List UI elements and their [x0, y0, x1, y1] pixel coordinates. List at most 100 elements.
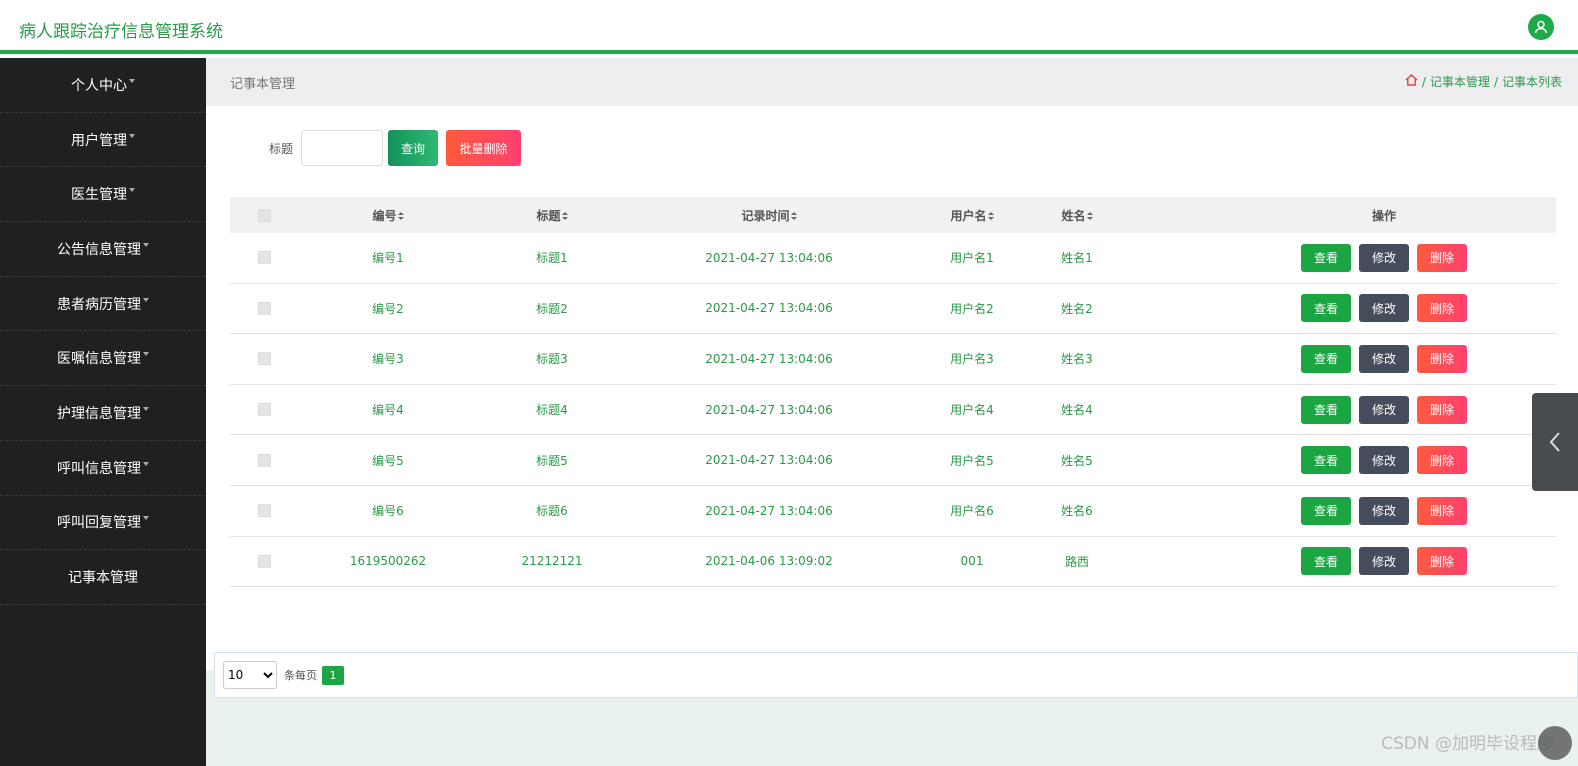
header-id[interactable]: 编号	[298, 207, 478, 224]
cell-name: 姓名5	[1061, 453, 1093, 468]
header-title[interactable]: 标题	[478, 207, 626, 224]
cell-time: 2021-04-27 13:04:06	[705, 351, 833, 366]
sidebar-item-notice-management[interactable]: 公告信息管理	[0, 222, 206, 277]
home-icon[interactable]	[1405, 74, 1418, 89]
row-checkbox[interactable]	[257, 504, 271, 518]
page-size-select[interactable]: 10	[223, 661, 277, 689]
chevron-down-icon	[129, 188, 135, 193]
edit-button[interactable]: 修改	[1359, 294, 1409, 323]
chevron-down-icon	[129, 133, 135, 138]
cell-name: 姓名2	[1061, 301, 1093, 316]
cell-time: 2021-04-27 13:04:06	[705, 301, 833, 316]
collapse-panel-toggle[interactable]	[1532, 393, 1578, 491]
view-button[interactable]: 查看	[1301, 547, 1351, 576]
cell-title: 标题5	[536, 453, 568, 468]
table-header: 编号 标题 记录时间 用户名 姓名 操作	[230, 197, 1556, 233]
breadcrumb: / 记事本管理 / 记事本列表	[1405, 73, 1562, 90]
sidebar-item-label: 呼叫回复管理	[57, 515, 141, 532]
sidebar-item-doctor-order-management[interactable]: 医嘱信息管理	[0, 331, 206, 387]
sidebar-item-label: 护理信息管理	[57, 405, 141, 422]
breadcrumb-level2[interactable]: 记事本列表	[1502, 73, 1562, 90]
sidebar-item-label: 公告信息管理	[57, 241, 141, 258]
cell-id: 编号6	[372, 504, 404, 519]
page-number-button[interactable]: 1	[322, 665, 344, 685]
cell-name: 姓名3	[1061, 352, 1093, 367]
title-search-input[interactable]	[301, 130, 384, 166]
breadcrumb-separator: /	[1493, 74, 1498, 89]
user-icon[interactable]	[1528, 14, 1554, 40]
delete-button[interactable]: 删除	[1417, 547, 1467, 576]
pagination: 10 条每页 1	[214, 652, 1578, 698]
delete-button[interactable]: 删除	[1417, 243, 1467, 272]
cell-title: 标题6	[536, 504, 568, 519]
sidebar-item-doctor-management[interactable]: 医生管理	[0, 167, 206, 223]
row-checkbox[interactable]	[257, 403, 271, 417]
view-button[interactable]: 查看	[1301, 395, 1351, 424]
table-row: 1619500262 21212121 2021-04-06 13:09:02 001…	[230, 537, 1556, 588]
edit-button[interactable]: 修改	[1359, 446, 1409, 475]
chevron-down-icon	[129, 78, 135, 83]
header-username[interactable]: 用户名	[912, 207, 1032, 224]
row-checkbox[interactable]	[257, 251, 271, 265]
sidebar-item-call-management[interactable]: 呼叫信息管理	[0, 441, 206, 496]
sidebar-item-label: 患者病历管理	[57, 296, 141, 313]
table-row: 编号6 标题6 2021-04-27 13:04:06 用户名6 姓名6 查看 修改 删除	[230, 486, 1556, 537]
breadcrumb-level1[interactable]: 记事本管理	[1430, 73, 1490, 90]
cell-username: 用户名2	[950, 301, 994, 316]
cell-time: 2021-04-27 13:04:06	[705, 250, 833, 265]
select-all-checkbox[interactable]	[257, 208, 271, 222]
header-name[interactable]: 姓名	[1032, 207, 1122, 224]
sidebar-item-personal-center[interactable]: 个人中心	[0, 58, 206, 113]
sidebar-item-medical-record-management[interactable]: 患者病历管理	[0, 277, 206, 332]
sidebar-item-user-management[interactable]: 用户管理	[0, 113, 206, 168]
cell-name: 姓名1	[1061, 251, 1093, 266]
header-time[interactable]: 记录时间	[626, 207, 912, 224]
row-checkbox[interactable]	[257, 453, 271, 467]
sidebar-item-notebook-management[interactable]: 记事本管理	[0, 550, 206, 605]
cell-title: 标题2	[536, 301, 568, 316]
edit-button[interactable]: 修改	[1359, 344, 1409, 373]
cell-name: 姓名6	[1061, 504, 1093, 519]
delete-button[interactable]: 删除	[1417, 294, 1467, 323]
csdn-watermark: CSDN @加明毕设程序	[1381, 734, 1554, 754]
view-button[interactable]: 查看	[1301, 446, 1351, 475]
search-bar: 标题 查询 批量删除	[269, 130, 522, 166]
query-button[interactable]: 查询	[388, 130, 439, 166]
sort-icon	[790, 212, 797, 220]
row-checkbox[interactable]	[257, 301, 271, 315]
cell-id: 1619500262	[349, 554, 427, 569]
edit-button[interactable]: 修改	[1359, 496, 1409, 525]
cell-id: 编号4	[372, 403, 404, 418]
delete-button[interactable]: 删除	[1417, 344, 1467, 373]
batch-delete-button[interactable]: 批量删除	[446, 130, 522, 166]
view-button[interactable]: 查看	[1301, 243, 1351, 272]
cell-time: 2021-04-27 13:04:06	[705, 402, 833, 417]
chevron-down-icon	[143, 242, 149, 247]
sort-icon	[1086, 212, 1093, 220]
sidebar-item-label: 医嘱信息管理	[57, 351, 141, 368]
edit-button[interactable]: 修改	[1359, 395, 1409, 424]
scroll-top-button[interactable]	[1538, 726, 1572, 760]
row-checkbox[interactable]	[257, 554, 271, 568]
cell-time: 2021-04-27 13:04:06	[705, 453, 833, 468]
view-button[interactable]: 查看	[1301, 496, 1351, 525]
edit-button[interactable]: 修改	[1359, 547, 1409, 576]
edit-button[interactable]: 修改	[1359, 243, 1409, 272]
sort-icon	[397, 212, 404, 220]
delete-button[interactable]: 删除	[1417, 395, 1467, 424]
sort-icon	[987, 212, 994, 220]
chevron-down-icon	[143, 406, 149, 411]
sidebar: 个人中心 用户管理 医生管理 公告信息管理 患者病历管理 医嘱信息管理 护理信息…	[0, 58, 206, 766]
top-header: 病人跟踪治疗信息管理系统	[0, 0, 1578, 54]
sort-icon	[561, 212, 568, 220]
view-button[interactable]: 查看	[1301, 294, 1351, 323]
delete-button[interactable]: 删除	[1417, 446, 1467, 475]
sidebar-item-nursing-management[interactable]: 护理信息管理	[0, 386, 206, 441]
delete-button[interactable]: 删除	[1417, 496, 1467, 525]
cell-name: 路西	[1064, 554, 1089, 569]
sidebar-item-call-reply-management[interactable]: 呼叫回复管理	[0, 496, 206, 551]
row-checkbox[interactable]	[257, 352, 271, 366]
view-button[interactable]: 查看	[1301, 344, 1351, 373]
breadcrumb-bar: 记事本管理 / 记事本管理 / 记事本列表	[206, 58, 1578, 106]
cell-username: 001	[960, 554, 984, 569]
